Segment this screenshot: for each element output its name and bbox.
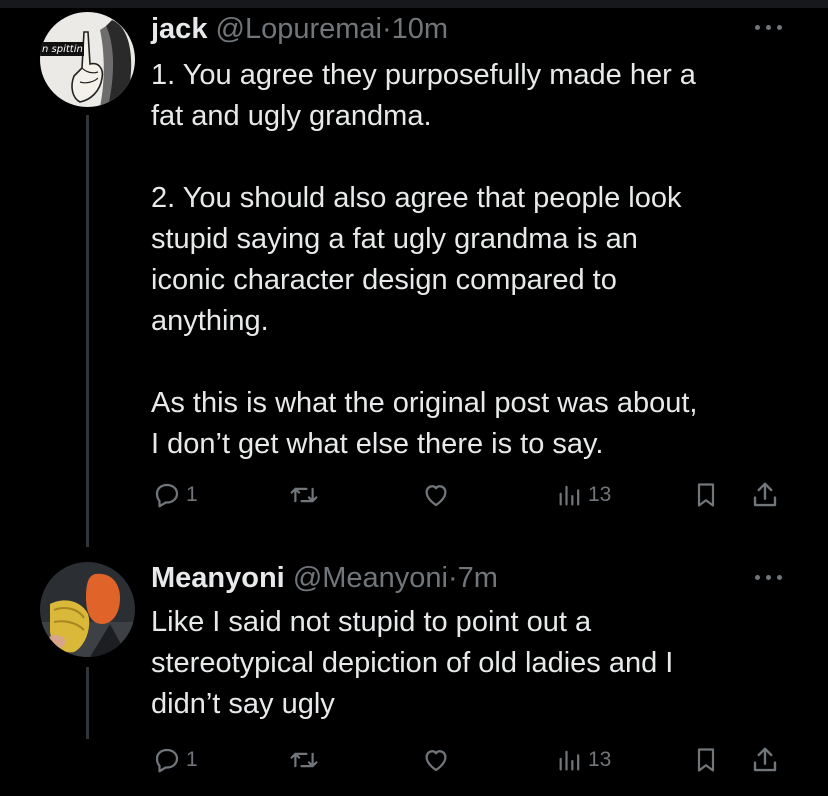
reply-button[interactable]: 1 — [152, 742, 198, 778]
timestamp[interactable]: 10m — [392, 13, 448, 45]
avatar-jack-image: n spittin — [40, 12, 135, 107]
reply-icon — [155, 483, 179, 508]
retweet-icon — [290, 487, 318, 503]
reply-count: 1 — [186, 748, 198, 771]
paragraph: Like I said not stupid to point out a st… — [151, 606, 674, 720]
views-icon — [559, 485, 580, 506]
tweet-actions: 1 13 — [0, 477, 828, 513]
reply-icon — [155, 748, 179, 773]
share-button[interactable] — [750, 742, 780, 778]
tweet-meanyoni[interactable]: Meanyoni @Meanyoni·7m Like I said not st… — [0, 545, 828, 796]
reply-button[interactable]: 1 — [152, 477, 198, 513]
avatar-jack[interactable]: n spittin — [40, 12, 135, 107]
thread-line — [86, 667, 89, 739]
like-button[interactable] — [420, 742, 452, 778]
avatar-meanyoni-image — [40, 562, 135, 657]
bookmark-icon — [697, 748, 715, 772]
retweet-button[interactable] — [288, 477, 320, 513]
paragraph: 1. You agree they purposefully made her … — [151, 59, 696, 132]
like-icon — [425, 750, 447, 772]
tweet-actions: 1 13 — [0, 742, 828, 778]
tweet-text: 1. You agree they purposefully made her … — [151, 55, 791, 465]
views-count: 13 — [588, 483, 612, 506]
views-icon — [559, 750, 580, 771]
reply-count: 1 — [186, 483, 198, 506]
separator: · — [381, 13, 392, 45]
views-count: 13 — [588, 748, 612, 771]
bookmark-button[interactable] — [692, 742, 720, 778]
tweet-jack[interactable]: n spittin jack @Lopuremai·10m 1. You agr… — [0, 0, 828, 547]
views-button[interactable]: 13 — [556, 477, 611, 513]
tweet-header: Meanyoni @Meanyoni·7m — [151, 561, 498, 595]
display-name[interactable]: jack — [151, 13, 207, 45]
more-options-icon[interactable] — [752, 567, 786, 587]
paragraph: 2. You should also agree that people loo… — [151, 182, 682, 337]
retweet-button[interactable] — [288, 742, 320, 778]
avatar-caption: n spittin — [42, 44, 83, 55]
tweet-text: Like I said not stupid to point out a st… — [151, 602, 791, 725]
like-button[interactable] — [420, 477, 452, 513]
user-handle[interactable]: @Lopuremai — [216, 13, 382, 45]
bookmark-button[interactable] — [692, 477, 720, 513]
share-icon — [753, 482, 777, 507]
display-name[interactable]: Meanyoni — [151, 562, 285, 594]
avatar-meanyoni[interactable] — [40, 562, 135, 657]
timestamp[interactable]: 7m — [458, 562, 498, 594]
views-button[interactable]: 13 — [556, 742, 611, 778]
share-icon — [753, 747, 777, 772]
tweet-header: jack @Lopuremai·10m — [151, 12, 448, 46]
like-icon — [425, 485, 447, 507]
bookmark-icon — [697, 483, 715, 507]
separator: · — [448, 562, 458, 594]
retweet-icon — [290, 752, 318, 768]
user-handle[interactable]: @Meanyoni — [293, 562, 448, 594]
more-options-icon[interactable] — [752, 17, 786, 37]
paragraph: As this is what the original post was ab… — [151, 387, 698, 460]
share-button[interactable] — [750, 477, 780, 513]
